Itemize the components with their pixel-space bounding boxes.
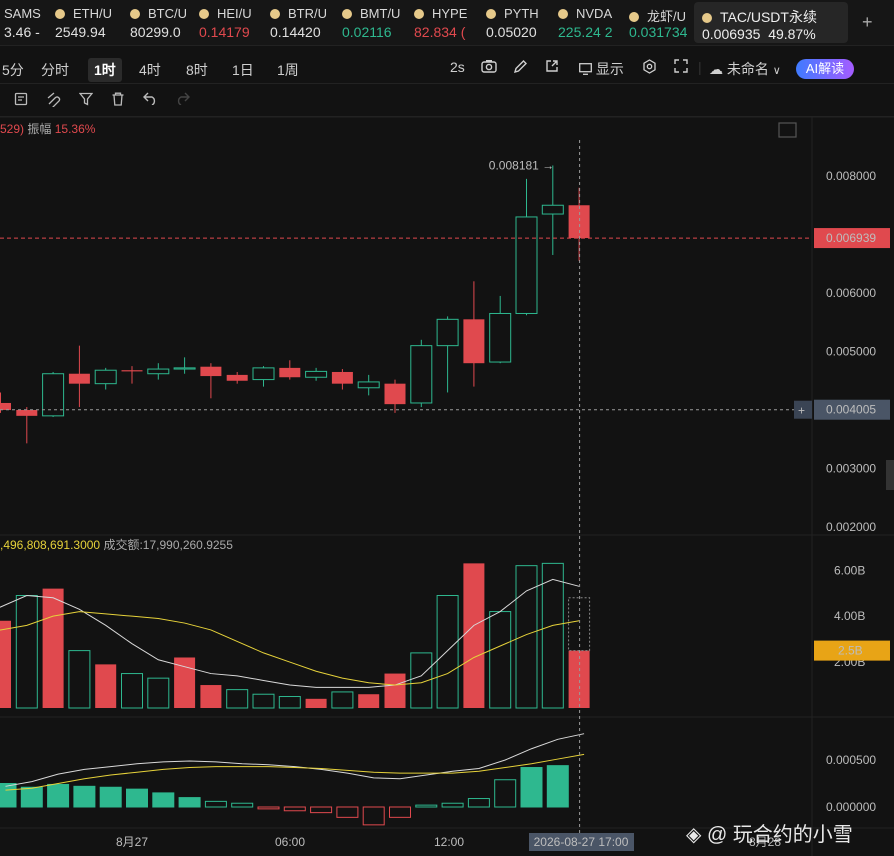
- volume-bar: [15, 595, 38, 709]
- volume-bar: [226, 689, 249, 709]
- time-axis-label: 8月27: [116, 835, 148, 849]
- chart-grid: 0.008000 0.006000 0.005000 0.003000 0.002000…: [0, 116, 894, 856]
- macd-bar: [546, 765, 569, 808]
- volume-bar: [121, 673, 143, 709]
- panel-collapse-handle: [886, 460, 894, 490]
- watermark: ◈ @ 玩合约的小雪: [686, 818, 853, 847]
- macd-bar: [520, 767, 543, 808]
- time-axis-label: 12:00: [434, 835, 464, 849]
- volume-bar: [515, 565, 538, 709]
- candle-body: [305, 370, 328, 378]
- candle-body: [200, 366, 222, 377]
- macd-bar: [494, 779, 517, 808]
- indicator-axis-label: 0.000500: [826, 753, 876, 767]
- volume-bar: [68, 650, 91, 709]
- candle-body: [68, 373, 90, 384]
- candle-body: [252, 367, 275, 381]
- macd-series: [0, 733, 585, 826]
- price-axis-label: 0.005000: [826, 345, 876, 359]
- volume-bar: [305, 698, 327, 708]
- candle-body: [16, 410, 38, 416]
- macd-bar: [204, 800, 227, 808]
- candle-body: [515, 216, 538, 314]
- chart-overlays: 0.008181 → 0.006939 + 0.004005 2.5B 2026-08-2…: [0, 122, 894, 851]
- macd-bar: [310, 806, 333, 814]
- crosshair-time-text: 2026-08-27 17:00: [534, 835, 629, 849]
- macd-bar: [362, 806, 385, 826]
- macd-bar: [20, 786, 43, 808]
- macd-bar: [126, 788, 148, 808]
- macd-bar: [231, 802, 254, 808]
- candle-body: [436, 318, 459, 347]
- maximize-icon: [778, 122, 797, 138]
- candle-body: [410, 345, 433, 404]
- macd-bar: [441, 802, 464, 808]
- price-chart[interactable]: 0.008000 0.006000 0.005000 0.003000 0.002000…: [0, 0, 894, 856]
- volume-bar: [200, 685, 222, 708]
- volume-bar: [95, 664, 117, 708]
- macd-bar: [283, 806, 306, 812]
- candle-body: [94, 369, 117, 385]
- volume-bar: [436, 595, 459, 709]
- candle-body: [331, 371, 353, 384]
- macd-bar: [467, 798, 490, 808]
- crosshair-price-text: 0.004005: [826, 403, 876, 417]
- candle-body: [541, 204, 564, 215]
- volume-bar: [252, 693, 275, 709]
- candle-body: [173, 367, 196, 370]
- macd-bar: [389, 806, 411, 818]
- price-axis-label: 0.003000: [826, 462, 876, 476]
- volume-axis-label: 6.00B: [834, 563, 865, 577]
- volume-bar: [42, 588, 64, 708]
- candle-body: [568, 205, 590, 239]
- time-axis-label: 06:00: [275, 835, 305, 849]
- current-price-tag-text: 0.006939: [826, 231, 876, 245]
- price-axis-label: 0.008000: [826, 169, 876, 183]
- volume-bar: [147, 677, 170, 709]
- candle-body: [121, 370, 143, 372]
- high-price-marker: 0.008181 →: [489, 158, 554, 172]
- macd-bar: [0, 783, 17, 808]
- volume-bar: [358, 694, 380, 708]
- macd-bar: [73, 785, 96, 808]
- macd-bar: [257, 806, 280, 810]
- candle-body: [147, 368, 170, 375]
- volume-tag-text: 2.5B: [838, 644, 863, 658]
- candle-body: [384, 383, 406, 405]
- volume-bar: [0, 620, 11, 708]
- plus-icon: +: [798, 404, 805, 418]
- volume-projection: [568, 597, 591, 652]
- candle-body: [279, 367, 301, 378]
- candlestick-series: [0, 165, 590, 444]
- candle-body: [357, 381, 380, 389]
- binance-logo-icon: ◈: [686, 824, 702, 846]
- volume-bar: [541, 562, 564, 709]
- candle-body: [226, 374, 248, 381]
- macd-bar: [415, 804, 438, 808]
- watermark-text: @ 玩合约的小雪: [706, 824, 853, 846]
- volume-bar: [384, 673, 406, 708]
- macd-dif-line: [5, 733, 585, 787]
- volume-bar: [331, 691, 354, 709]
- volume-series: [0, 562, 591, 709]
- volume-bar: [463, 563, 485, 708]
- macd-bar: [99, 786, 122, 808]
- macd-bar: [152, 792, 175, 808]
- price-axis-label: 0.006000: [826, 286, 876, 300]
- macd-bar: [178, 797, 201, 808]
- macd-bar: [336, 806, 359, 818]
- volume-bar: [489, 611, 512, 709]
- price-axis-label: 0.002000: [826, 520, 876, 534]
- candle-body: [463, 319, 485, 364]
- volume-bar: [278, 696, 301, 709]
- volume-axis-label: 4.00B: [834, 609, 865, 623]
- macd-bar: [47, 783, 70, 808]
- indicator-axis-label: 0.000000: [826, 800, 876, 814]
- candle-body: [489, 312, 512, 363]
- candle-body: [0, 402, 11, 410]
